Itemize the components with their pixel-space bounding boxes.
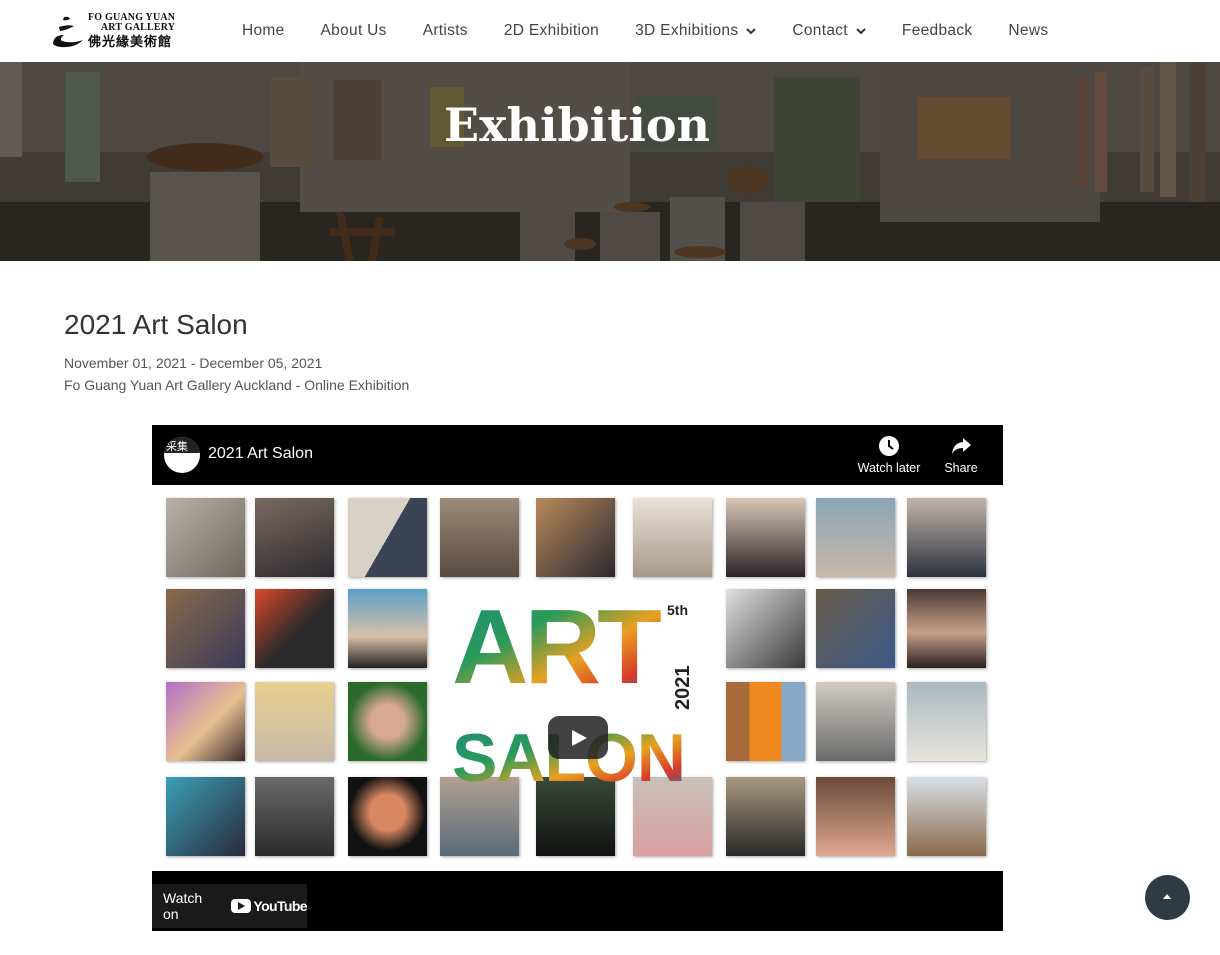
artist-photo bbox=[816, 498, 895, 577]
youtube-icon: YouTube bbox=[231, 898, 308, 914]
edition-label: 5th bbox=[667, 602, 688, 618]
artist-photo bbox=[726, 589, 805, 668]
artist-photo bbox=[633, 498, 712, 577]
nav-home-label: Home bbox=[242, 22, 285, 39]
artist-photo bbox=[907, 498, 986, 577]
nav-3d-exhibitions-label: 3D Exhibitions bbox=[635, 22, 739, 39]
artist-photo bbox=[907, 777, 986, 856]
artist-photo bbox=[166, 589, 245, 668]
watch-on-label: Watch on bbox=[163, 890, 203, 922]
nav-3d-exhibitions[interactable]: 3D Exhibitions bbox=[617, 0, 774, 62]
exhibition-location: Fo Guang Yuan Art Gallery Auckland - Onl… bbox=[64, 377, 410, 393]
artist-photo bbox=[255, 777, 334, 856]
artist-photo bbox=[166, 498, 245, 577]
exhibition-dates: November 01, 2021 - December 05, 2021 bbox=[64, 355, 323, 371]
nav-artists[interactable]: Artists bbox=[405, 0, 486, 62]
nav-news[interactable]: News bbox=[990, 0, 1066, 62]
artist-photo bbox=[726, 682, 805, 761]
watch-on-youtube-button[interactable]: Watch on YouTube bbox=[152, 884, 308, 928]
nav-2d-exhibition[interactable]: 2D Exhibition bbox=[486, 0, 617, 62]
exhibition-title: 2021 Art Salon bbox=[64, 309, 248, 340]
page-title: Exhibition bbox=[444, 98, 710, 152]
nav-contact[interactable]: Contact bbox=[774, 0, 884, 62]
artist-photo bbox=[440, 498, 519, 577]
channel-avatar[interactable]: 采集 bbox=[164, 437, 200, 473]
watch-later-button[interactable]: Watch later bbox=[854, 435, 924, 475]
artist-photo bbox=[255, 682, 334, 761]
watch-later-label: Watch later bbox=[857, 461, 921, 475]
artist-photo bbox=[633, 777, 712, 856]
artist-photo bbox=[348, 498, 427, 577]
nav-about-us[interactable]: About Us bbox=[303, 0, 405, 62]
nav-about-us-label: About Us bbox=[320, 22, 387, 39]
site-header: FO GUANG YUAN ART GALLERY 佛光緣美術館 Home Ab… bbox=[0, 0, 1220, 62]
video-title-bar: 采集 2021 Art Salon Watch later Share bbox=[152, 425, 1003, 485]
artist-photo bbox=[536, 498, 615, 577]
nav-news-label: News bbox=[1008, 22, 1049, 39]
nav-feedback-label: Feedback bbox=[901, 22, 973, 39]
art-word: ART bbox=[452, 588, 661, 706]
artist-photo bbox=[166, 777, 245, 856]
nav-feedback[interactable]: Feedback bbox=[884, 0, 990, 62]
artist-photo bbox=[166, 682, 245, 761]
logo-brush-icon bbox=[50, 13, 84, 49]
back-to-top-button[interactable] bbox=[1145, 875, 1190, 920]
artist-photo bbox=[726, 777, 805, 856]
channel-badge-text: 采集 bbox=[166, 440, 188, 453]
nav-artists-label: Artists bbox=[422, 22, 468, 39]
share-arrow-icon bbox=[952, 438, 971, 454]
nav-home[interactable]: Home bbox=[224, 0, 303, 62]
artist-photo bbox=[348, 589, 427, 668]
artist-photo bbox=[907, 589, 986, 668]
artist-photo bbox=[255, 589, 334, 668]
logo-chinese-name: 佛光緣美術館 bbox=[88, 35, 173, 50]
youtube-video-embed[interactable]: 采集 2021 Art Salon Watch later Share ART … bbox=[152, 425, 1003, 931]
clock-icon bbox=[879, 436, 899, 456]
artist-photo bbox=[816, 589, 895, 668]
artist-photo bbox=[255, 498, 334, 577]
artist-photo bbox=[348, 682, 427, 761]
play-icon[interactable] bbox=[548, 716, 608, 759]
artist-photo bbox=[348, 777, 427, 856]
share-label: Share bbox=[944, 461, 978, 475]
chevron-down-icon bbox=[856, 28, 866, 35]
video-thumbnail[interactable]: ART SALON 5th 2021 bbox=[152, 485, 1003, 871]
hero-banner: Exhibition bbox=[0, 62, 1220, 261]
main-nav: Home About Us Artists 2D Exhibition 3D E… bbox=[224, 0, 1066, 62]
artist-photo bbox=[726, 498, 805, 577]
artist-photo bbox=[816, 682, 895, 761]
site-logo[interactable]: FO GUANG YUAN ART GALLERY 佛光緣美術館 bbox=[50, 10, 180, 52]
chevron-down-icon bbox=[746, 28, 757, 35]
youtube-wordmark: YouTube bbox=[253, 898, 307, 914]
nav-2d-exhibition-label: 2D Exhibition bbox=[503, 22, 600, 39]
share-button[interactable]: Share bbox=[926, 435, 996, 475]
video-title[interactable]: 2021 Art Salon bbox=[208, 445, 313, 463]
logo-name-line2: ART GALLERY bbox=[100, 22, 176, 33]
artist-photo bbox=[907, 682, 986, 761]
year-label: 2021 bbox=[672, 666, 694, 711]
gallery-interior-image bbox=[0, 62, 1220, 261]
artist-photo bbox=[816, 777, 895, 856]
artist-photo bbox=[440, 777, 519, 856]
nav-contact-label: Contact bbox=[792, 22, 848, 39]
artist-photo bbox=[536, 777, 615, 856]
